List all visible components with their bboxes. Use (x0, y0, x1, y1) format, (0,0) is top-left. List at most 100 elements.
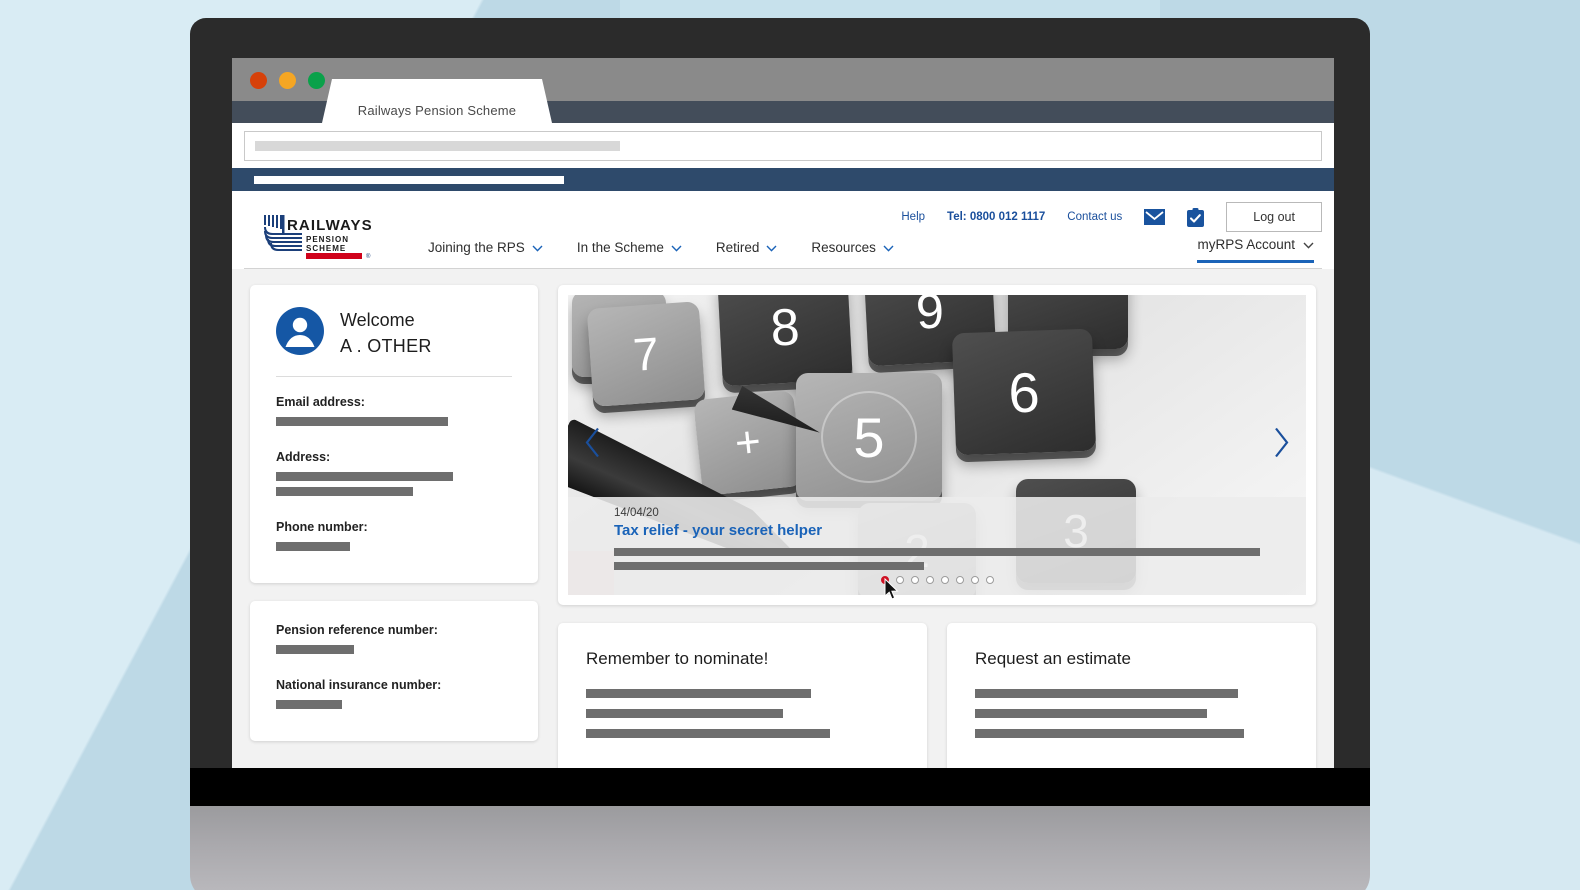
field-label: Email address: (276, 395, 365, 409)
news-carousel-card: 7 8 9 + 5 6 2 3 (558, 285, 1316, 605)
laptop-bezel-bottom (190, 768, 1370, 806)
chevron-down-icon (883, 240, 894, 255)
field-label: Pension reference number: (276, 623, 438, 637)
tile-body-redacted (975, 689, 1238, 698)
chevron-left-icon[interactable] (584, 427, 602, 464)
nav-item-joining-the-rps[interactable]: Joining the RPS (428, 240, 543, 263)
right-column: 7 8 9 + 5 6 2 3 (558, 285, 1316, 770)
redacted-value (276, 645, 354, 654)
redacted-value (276, 487, 413, 496)
tile-title: Request an estimate (975, 649, 1131, 668)
profile-header: Welcome A . OTHER (276, 307, 512, 360)
svg-text:SCHEME: SCHEME (306, 244, 346, 253)
nav-label: Retired (715, 240, 760, 255)
carousel-dot[interactable] (955, 576, 964, 584)
help-link[interactable]: Help (901, 211, 925, 223)
nav-label: Joining the RPS (428, 240, 525, 255)
carousel-dots (614, 576, 1260, 584)
browser-tab[interactable]: Railways Pension Scheme (322, 79, 552, 123)
site-header: RAILWAYS PENSION SCHEME ® Help Tel: 0800… (232, 191, 1334, 269)
chevron-right-icon[interactable] (1272, 427, 1290, 464)
maximize-window-button[interactable] (308, 72, 325, 89)
user-avatar-icon (276, 307, 324, 360)
redacted-value (276, 700, 342, 709)
chevron-down-icon (766, 240, 777, 255)
article-excerpt-redacted (614, 548, 1260, 556)
browser-tabstrip: Railways Pension Scheme (232, 79, 1334, 123)
redacted-value (276, 542, 350, 551)
field-label: National insurance number: (276, 678, 442, 692)
main-navigation: Joining the RPS In the Scheme Retired Re… (428, 240, 894, 263)
laptop-mockup: Railways Pension Scheme RAILWAYS PENSION… (190, 18, 1370, 890)
nav-item-retired[interactable]: Retired (716, 240, 778, 263)
chevron-down-icon (671, 240, 682, 255)
field-label: Address: (276, 450, 331, 464)
carousel-caption: 14/04/20 Tax relief - your secret helper (568, 497, 1306, 595)
tile-remember-to-nominate[interactable]: Remember to nominate! (558, 623, 927, 770)
browser-window: Railways Pension Scheme RAILWAYS PENSION… (232, 58, 1334, 770)
header-divider (244, 268, 1322, 269)
svg-text:PENSION: PENSION (306, 235, 349, 244)
browser-tab-label: Railways Pension Scheme (357, 103, 517, 118)
news-carousel: 7 8 9 + 5 6 2 3 (568, 295, 1306, 595)
carousel-dot[interactable] (940, 576, 949, 584)
logout-button[interactable]: Log out (1226, 202, 1322, 232)
promo-tiles: Remember to nominate! Request an estimat… (558, 623, 1316, 770)
dashboard-page: Welcome A . OTHER Email address: Address… (232, 269, 1334, 770)
svg-text:RAILWAYS: RAILWAYS (287, 217, 373, 234)
browser-toolbar (232, 123, 1334, 168)
account-nav-label: myRPS Account (1197, 237, 1295, 252)
mail-icon[interactable] (1144, 209, 1166, 225)
carousel-dot[interactable] (925, 576, 934, 584)
railways-pension-scheme-logo[interactable]: RAILWAYS PENSION SCHEME ® (262, 213, 380, 260)
carousel-dot[interactable] (910, 576, 919, 584)
laptop-base (190, 806, 1370, 890)
nav-item-in-the-scheme[interactable]: In the Scheme (577, 240, 682, 263)
tile-body-redacted (975, 709, 1207, 718)
left-column: Welcome A . OTHER Email address: Address… (250, 285, 538, 770)
redacted-value (276, 472, 453, 481)
reference-numbers-card: Pension reference number: National insur… (250, 601, 538, 741)
article-date: 14/04/20 (614, 507, 659, 519)
contact-us-link[interactable]: Contact us (1067, 211, 1122, 223)
address-bar[interactable] (244, 130, 1322, 161)
telephone-number[interactable]: Tel: 0800 012 1117 (947, 211, 1045, 223)
carousel-dot[interactable] (880, 576, 889, 584)
tile-body-redacted (586, 709, 784, 718)
address-bar-redacted-url (255, 140, 620, 151)
tile-body-redacted (975, 729, 1245, 738)
welcome-block: Welcome A . OTHER (340, 308, 432, 359)
nav-label: In the Scheme (576, 240, 664, 255)
carousel-dot[interactable] (985, 576, 994, 584)
field-phone-number: Phone number: (276, 520, 512, 551)
tile-request-an-estimate[interactable]: Request an estimate (947, 623, 1316, 770)
utility-nav: Help Tel: 0800 012 1117 Contact us Log o… (901, 202, 1322, 232)
tile-body-redacted (586, 689, 812, 698)
field-label: Phone number: (276, 520, 368, 534)
nav-item-resources[interactable]: Resources (811, 240, 894, 263)
bookmarks-redacted (254, 175, 564, 184)
minimize-window-button[interactable] (279, 72, 296, 89)
welcome-label: Welcome (340, 309, 415, 330)
close-window-button[interactable] (250, 72, 267, 89)
chevron-down-icon (1303, 237, 1314, 252)
window-controls (250, 72, 325, 89)
profile-card: Welcome A . OTHER Email address: Address… (250, 285, 538, 583)
website-content: RAILWAYS PENSION SCHEME ® Help Tel: 0800… (232, 191, 1334, 770)
carousel-dot[interactable] (895, 576, 904, 584)
field-pension-reference-number: Pension reference number: (276, 623, 512, 654)
nav-item-myrps-account[interactable]: myRPS Account (1197, 237, 1314, 263)
tile-body-redacted (586, 729, 831, 738)
redacted-value (276, 417, 448, 426)
bookmarks-bar (232, 168, 1334, 191)
clipboard-check-icon[interactable] (1187, 207, 1205, 227)
article-excerpt-redacted (614, 562, 925, 570)
chevron-down-icon (532, 240, 543, 255)
field-national-insurance-number: National insurance number: (276, 678, 512, 709)
profile-divider (276, 376, 512, 377)
field-email-address: Email address: (276, 395, 512, 426)
carousel-dot[interactable] (970, 576, 979, 584)
article-title[interactable]: Tax relief - your secret helper (614, 522, 1260, 539)
user-name: A . OTHER (340, 335, 432, 356)
tile-title: Remember to nominate! (586, 649, 769, 668)
